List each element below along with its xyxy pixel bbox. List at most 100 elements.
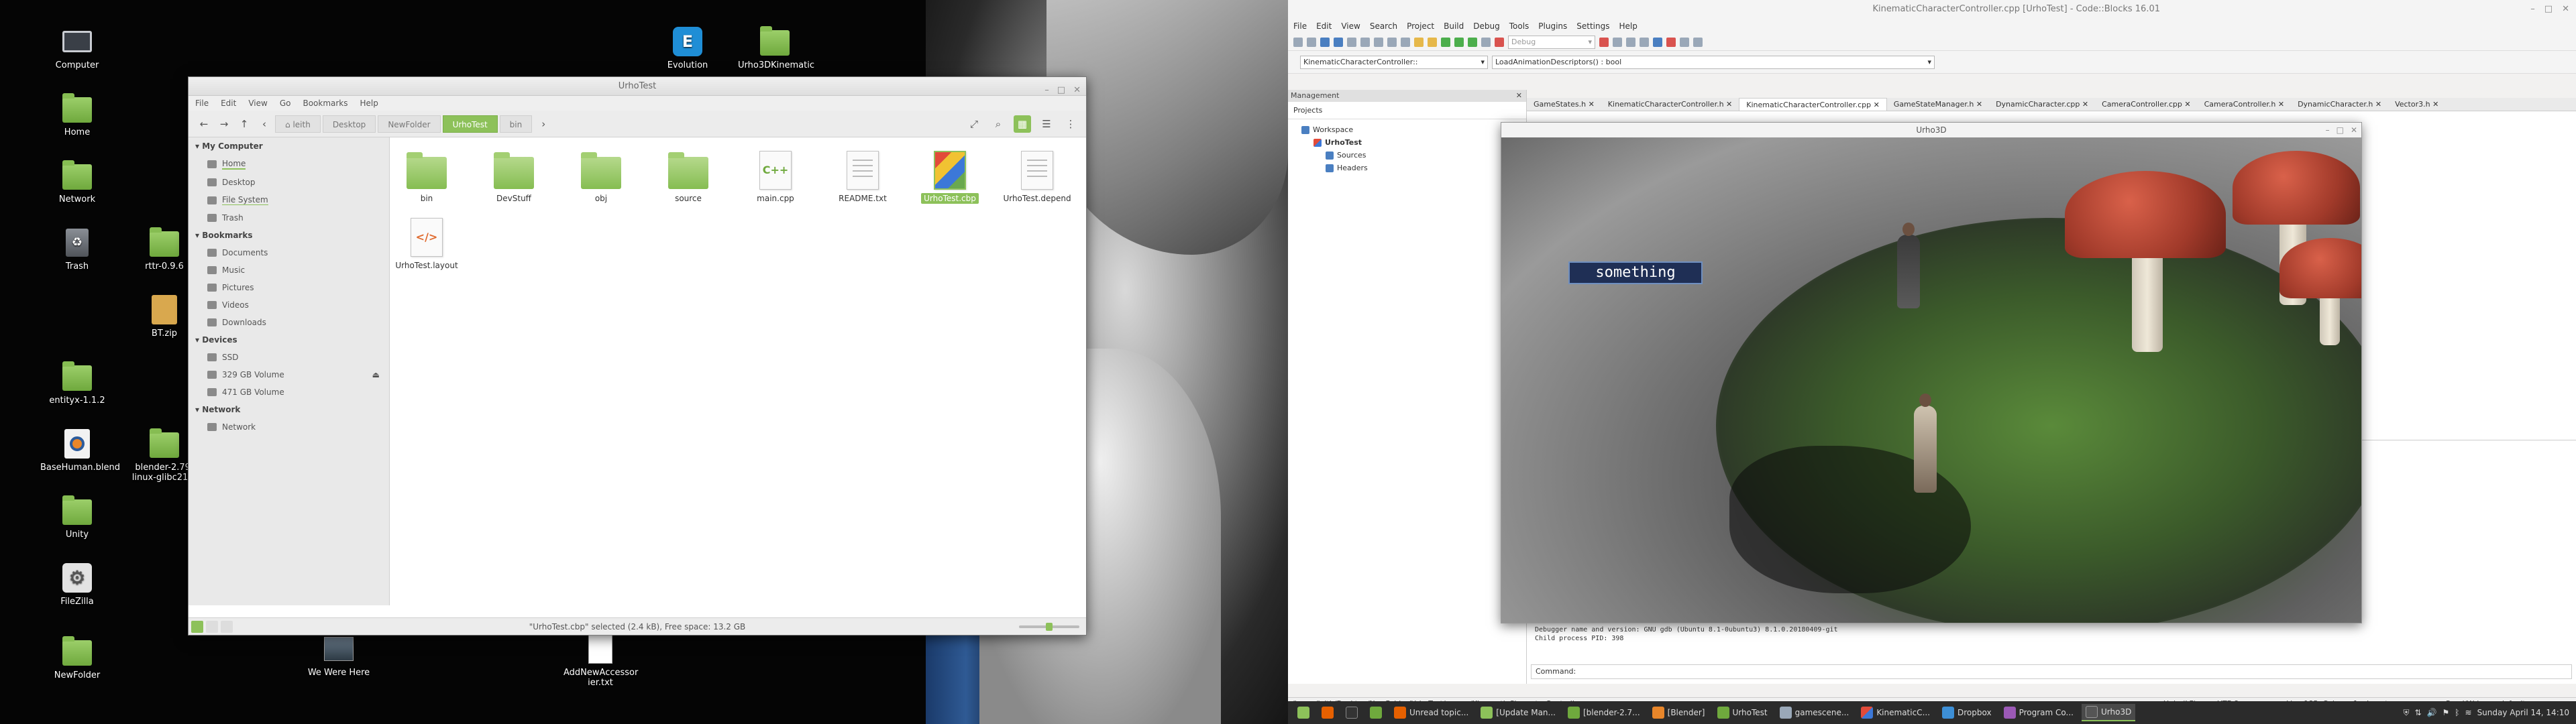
sidebar-item-471gb-volume[interactable]: 471 GB Volume	[189, 383, 389, 401]
taskbar-item-blender-folder[interactable]: [blender-2.7...	[1564, 704, 1644, 721]
sidebar-section-network[interactable]: ▾ Network	[189, 401, 389, 418]
breadcrumb-desktop[interactable]: Desktop	[322, 115, 376, 133]
sidebar-item-network[interactable]: Network	[189, 418, 389, 436]
bluetooth-icon[interactable]: ᛒ	[2455, 708, 2459, 717]
build-run-icon[interactable]	[1468, 37, 1477, 47]
menu-view[interactable]: View	[248, 96, 267, 111]
desktop-icon-trash[interactable]: ♻ Trash	[40, 228, 114, 272]
show-sidebar-icon[interactable]	[191, 621, 203, 633]
file-item[interactable]: obj	[564, 151, 638, 203]
desktop-icon-newfolder[interactable]: NewFolder	[40, 636, 114, 680]
tab-cameracontroller-h[interactable]: CameraController.h ✕	[2198, 98, 2291, 111]
replace-icon[interactable]	[1428, 37, 1437, 47]
sidebar-item-music[interactable]: Music	[189, 261, 389, 279]
file-item[interactable]: C++ main.cpp	[739, 151, 812, 203]
stop-icon[interactable]	[1666, 37, 1676, 47]
step-out-icon[interactable]	[1640, 37, 1649, 47]
breadcrumb-urhotest[interactable]: UrhoTest	[442, 115, 498, 133]
icon-view-icon[interactable]: ▦	[1014, 115, 1031, 133]
menu-search[interactable]: Search	[1370, 19, 1397, 34]
desktop-icon-filezilla[interactable]: ⚙ FileZilla	[40, 563, 114, 607]
menu-edit[interactable]: Edit	[221, 96, 236, 111]
menu-file[interactable]: File	[195, 96, 209, 111]
cut-icon[interactable]	[1374, 37, 1383, 47]
wifi-icon[interactable]: ≋	[2465, 708, 2472, 717]
sidebar-section-my-computer[interactable]: ▾ My Computer	[189, 137, 389, 155]
sidebar-item-downloads[interactable]: Downloads	[189, 314, 389, 331]
debug-windows-icon[interactable]	[1680, 37, 1689, 47]
tab-gamestates-h[interactable]: GameStates.h ✕	[1527, 98, 1601, 111]
sidebar-section-devices[interactable]: ▾ Devices	[189, 331, 389, 349]
desktop-icon-unity[interactable]: Unity	[40, 495, 114, 540]
file-item[interactable]: DevStuff	[477, 151, 551, 203]
desktop-icon-urho3dkinematic[interactable]: Urho3DKinematic	[738, 26, 814, 70]
abort-icon[interactable]	[1495, 37, 1504, 47]
file-item[interactable]: source	[651, 151, 725, 203]
info-icon[interactable]	[1693, 37, 1703, 47]
close-icon[interactable]: ✕	[1073, 81, 1081, 100]
open-file-icon[interactable]	[1307, 37, 1316, 47]
taskbar-item-dropbox[interactable]: Dropbox	[1938, 704, 1996, 721]
zoom-slider[interactable]	[1019, 623, 1079, 631]
minimize-icon[interactable]: –	[2530, 0, 2535, 19]
menu-go[interactable]: Go	[280, 96, 291, 111]
taskbar-item-update-manager[interactable]: [Update Man...	[1477, 704, 1560, 721]
close-icon[interactable]: ✕	[1516, 90, 1522, 102]
step-into-icon[interactable]	[1626, 37, 1635, 47]
save-all-icon[interactable]	[1334, 37, 1343, 47]
function-select[interactable]: LoadAnimationDescriptors() : bool ▾	[1492, 55, 1935, 69]
menu-settings[interactable]: Settings	[1576, 19, 1609, 34]
desktop-icon-evolution[interactable]: E Evolution	[651, 27, 724, 70]
maximize-icon[interactable]: □	[1057, 81, 1065, 100]
codeblocks-titlebar[interactable]: KinematicCharacterController.cpp [UrhoTe…	[1288, 0, 2576, 19]
rebuild-icon[interactable]	[1481, 37, 1491, 47]
menu-help[interactable]: Help	[360, 96, 378, 111]
menu-file[interactable]: File	[1293, 19, 1307, 34]
eject-icon[interactable]: ⏏	[372, 370, 380, 379]
taskbar-item-kinematic[interactable]: KinematicC...	[1857, 704, 1934, 721]
desktop-icon-home[interactable]: Home	[40, 93, 114, 137]
maximize-icon[interactable]: □	[2337, 123, 2344, 137]
sidebar-section-bookmarks[interactable]: ▾ Bookmarks	[189, 227, 389, 244]
tab-kinematic-cpp[interactable]: KinematicCharacterController.cpp ✕	[1739, 98, 1887, 111]
find-icon[interactable]	[1414, 37, 1424, 47]
sidebar-item-trash[interactable]: Trash	[189, 209, 389, 227]
build-target-select[interactable]: Debug ▾	[1508, 35, 1595, 49]
breadcrumb-leith[interactable]: ⌂ leith	[275, 115, 321, 133]
taskbar-item-program-console[interactable]: Program Co...	[2000, 704, 2078, 721]
path-toggle-icon[interactable]: ⤢	[965, 115, 983, 133]
chevron-left-icon[interactable]: ‹	[256, 115, 273, 133]
taskbar-item-gamescene[interactable]: gamescene...	[1776, 704, 1854, 721]
tab-dynamiccharacter-cpp[interactable]: DynamicCharacter.cpp ✕	[1989, 98, 2095, 111]
file-item[interactable]: UrhoTest.depend	[1000, 151, 1074, 203]
sidebar-item-videos[interactable]: Videos	[189, 296, 389, 314]
hide-sidebar-icon[interactable]	[221, 621, 233, 633]
urho3d-titlebar[interactable]: Urho3D – □ ✕	[1501, 123, 2361, 137]
scope-select[interactable]: KinematicCharacterController:: ▾	[1300, 55, 1488, 69]
clock[interactable]: Sunday April 14, 14:10	[2477, 708, 2569, 717]
maximize-icon[interactable]: □	[2544, 0, 2553, 19]
menu-view[interactable]: View	[1341, 19, 1360, 34]
list-view-icon[interactable]: ☰	[1038, 115, 1055, 133]
taskbar-item-blender[interactable]: [Blender]	[1648, 704, 1709, 721]
desktop-icon-addnewaccessor[interactable]: AddNewAccessor ier.txt	[564, 634, 638, 688]
file-item-selected[interactable]: UrhoTest.cbp	[913, 151, 987, 204]
breadcrumb-bin[interactable]: bin	[499, 115, 533, 133]
launcher-files[interactable]	[1366, 704, 1386, 721]
volume-icon[interactable]: 🔊	[2427, 708, 2437, 717]
back-icon[interactable]: ←	[195, 115, 213, 133]
tab-gamestatemanager-h[interactable]: GameStateManager.h ✕	[1887, 98, 1989, 111]
tab-vector3-h[interactable]: Vector3.h ✕	[2388, 98, 2445, 111]
forward-icon[interactable]: →	[215, 115, 233, 133]
tree-item-workspace[interactable]: Workspace	[1301, 123, 1513, 136]
search-icon[interactable]: ⌕	[989, 115, 1007, 133]
menu-plugins[interactable]: Plugins	[1538, 19, 1567, 34]
sidebar-item-documents[interactable]: Documents	[189, 244, 389, 261]
tree-view-icon[interactable]	[206, 621, 218, 633]
file-item[interactable]: </> UrhoTest.layout	[390, 218, 464, 270]
run-icon[interactable]	[1454, 37, 1464, 47]
desktop-icon-network[interactable]: Network	[40, 160, 114, 204]
minimize-icon[interactable]: –	[1044, 81, 1049, 100]
taskbar-item-urhotest[interactable]: UrhoTest	[1713, 704, 1772, 721]
menu-tools[interactable]: Tools	[1509, 19, 1529, 34]
